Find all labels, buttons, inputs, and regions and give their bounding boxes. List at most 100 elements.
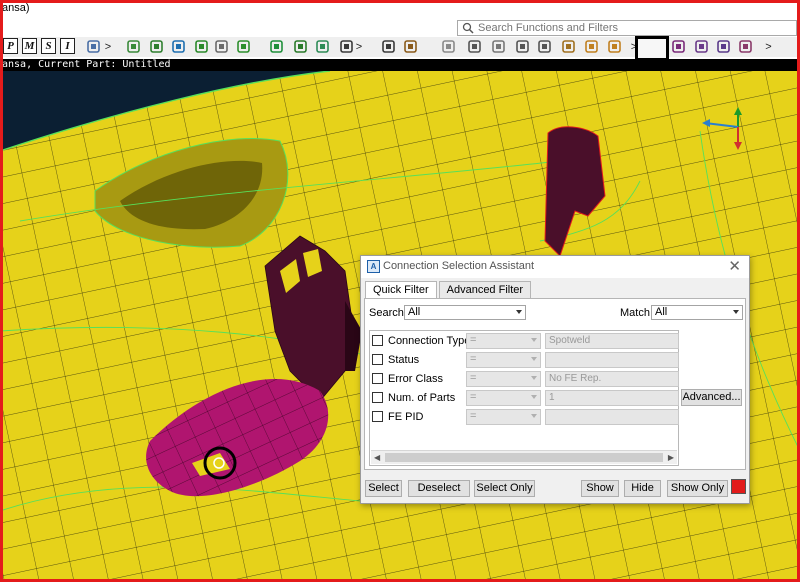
dialog-title: Connection Selection Assistant [383,260,535,272]
check-icon[interactable] [268,38,285,55]
letter-button-i[interactable]: I [60,38,75,54]
redo-icon[interactable] [440,38,457,55]
search-scope-value: All [408,306,421,318]
highlighted-tool-frame [635,36,669,61]
properties-icon[interactable] [148,38,165,55]
filter-row-fe-pid: FE PID = [370,408,679,427]
match-value: All [655,306,668,318]
dialog-titlebar[interactable]: A Connection Selection Assistant ✕ [361,256,749,278]
filter-name: Num. of Parts [388,392,456,404]
chevron-down-icon [531,414,537,418]
ansa-app-icon: A [367,260,380,273]
filter-value-field[interactable]: Spotweld [545,333,679,349]
search-scope-dropdown[interactable]: All [404,305,526,320]
undo-icon[interactable] [402,38,419,55]
operator-value: = [470,372,477,384]
mesh-icon[interactable] [536,38,553,55]
selection-color-swatch[interactable] [731,479,746,494]
zoom-frame-icon[interactable] [338,38,355,55]
filter-row-connection-type: Connection Type = Spotweld [370,332,679,351]
letter-button-s[interactable]: S [41,38,56,54]
operator-value: = [470,334,477,346]
chevron-down-icon [531,376,537,380]
operator-dropdown[interactable]: = [466,371,541,387]
fe-pid-checkbox[interactable] [372,411,383,422]
filter-name: Error Class [388,373,444,385]
select-button[interactable]: Select [365,480,402,497]
scrollbar-thumb[interactable] [385,453,663,462]
chevron-icon[interactable]: > [760,38,777,55]
zoom-icon[interactable] [380,38,397,55]
window-titlebar: ansa) [0,0,800,18]
render-mode-icon[interactable] [85,38,102,55]
show-button[interactable]: Show [581,480,619,497]
status-checkbox[interactable] [372,354,383,365]
arrows-icon[interactable] [715,38,732,55]
status-line: ansa, Current Part: Untitled [0,59,800,71]
filter-value-field[interactable]: 1 [545,390,679,406]
scroll-right-icon[interactable]: ▶ [668,453,674,462]
select-only-button[interactable]: Select Only [474,480,535,497]
search-input[interactable] [478,21,792,35]
chevron-down-icon [531,357,537,361]
filter-row-num-parts: Num. of Parts = 1 [370,389,679,408]
search-scope-label: Search [369,307,404,319]
function-search-box[interactable] [457,20,797,36]
close-icon[interactable]: ✕ [728,257,741,275]
pen-icon[interactable] [292,38,309,55]
clipboard-icon[interactable] [193,38,210,55]
hide-button[interactable]: Hide [624,480,661,497]
operator-value: = [470,353,477,365]
list-icon[interactable] [213,38,230,55]
filter-row-error-class: Error Class = No FE Rep. [370,370,679,389]
transform-icon[interactable] [314,38,331,55]
entity-manager-icon[interactable] [125,38,142,55]
chevron-down-icon [516,310,522,314]
filter-value-field[interactable]: No FE Rep. [545,371,679,387]
advanced-button[interactable]: Advanced... [681,389,742,406]
weld-icon[interactable] [737,38,754,55]
filter-value-field[interactable] [545,352,679,368]
window-title: ansa) [2,2,30,14]
tab-advanced-filter[interactable]: Advanced Filter [438,281,532,299]
align-icon[interactable] [693,38,710,55]
connection-selection-dialog[interactable]: A Connection Selection Assistant ✕ Quick… [360,255,750,504]
connection-type-checkbox[interactable] [372,335,383,346]
grid-icon[interactable] [490,38,507,55]
operator-dropdown[interactable]: = [466,352,541,368]
letter-button-m[interactable]: M [22,38,37,54]
delete-icon[interactable] [514,38,531,55]
toolbar-chevron-icon[interactable]: > [355,38,363,55]
filter-criteria-grid: Connection Type = Spotweld Status = Erro… [369,330,679,466]
chevron-down-icon [531,338,537,342]
operator-dropdown[interactable]: = [466,390,541,406]
filter-row-status: Status = [370,351,679,370]
materials-icon[interactable] [170,38,187,55]
operator-dropdown[interactable]: = [466,409,541,425]
filter-name: FE PID [388,411,424,423]
dialog-tabs: Quick Filter Advanced Filter [365,281,533,300]
error-class-checkbox[interactable] [372,373,383,384]
hand-icon[interactable] [583,38,600,55]
parts-icon[interactable] [235,38,252,55]
search-icon [462,22,474,34]
scroll-left-icon[interactable]: ◀ [374,453,380,462]
highlight-tool-icon[interactable] [670,38,687,55]
filter-value-field[interactable] [545,409,679,425]
pointer-icon[interactable] [466,38,483,55]
num-parts-checkbox[interactable] [372,392,383,403]
status-line-text: ansa, Current Part: Untitled [2,59,171,70]
match-label: Match [620,307,650,319]
move-cross-icon[interactable] [606,38,623,55]
deselect-button[interactable]: Deselect [408,480,470,497]
operator-value: = [470,410,477,422]
match-dropdown[interactable]: All [651,305,743,320]
grid-horizontal-scrollbar[interactable]: ◀ ▶ [371,450,677,464]
show-only-button[interactable]: Show Only [667,480,728,497]
move-icon[interactable] [560,38,577,55]
letter-button-p[interactable]: P [3,38,18,54]
operator-dropdown[interactable]: = [466,333,541,349]
filter-name: Connection Type [388,335,471,347]
toolbar-chevron-icon[interactable]: > [104,38,112,55]
chevron-down-icon [531,395,537,399]
